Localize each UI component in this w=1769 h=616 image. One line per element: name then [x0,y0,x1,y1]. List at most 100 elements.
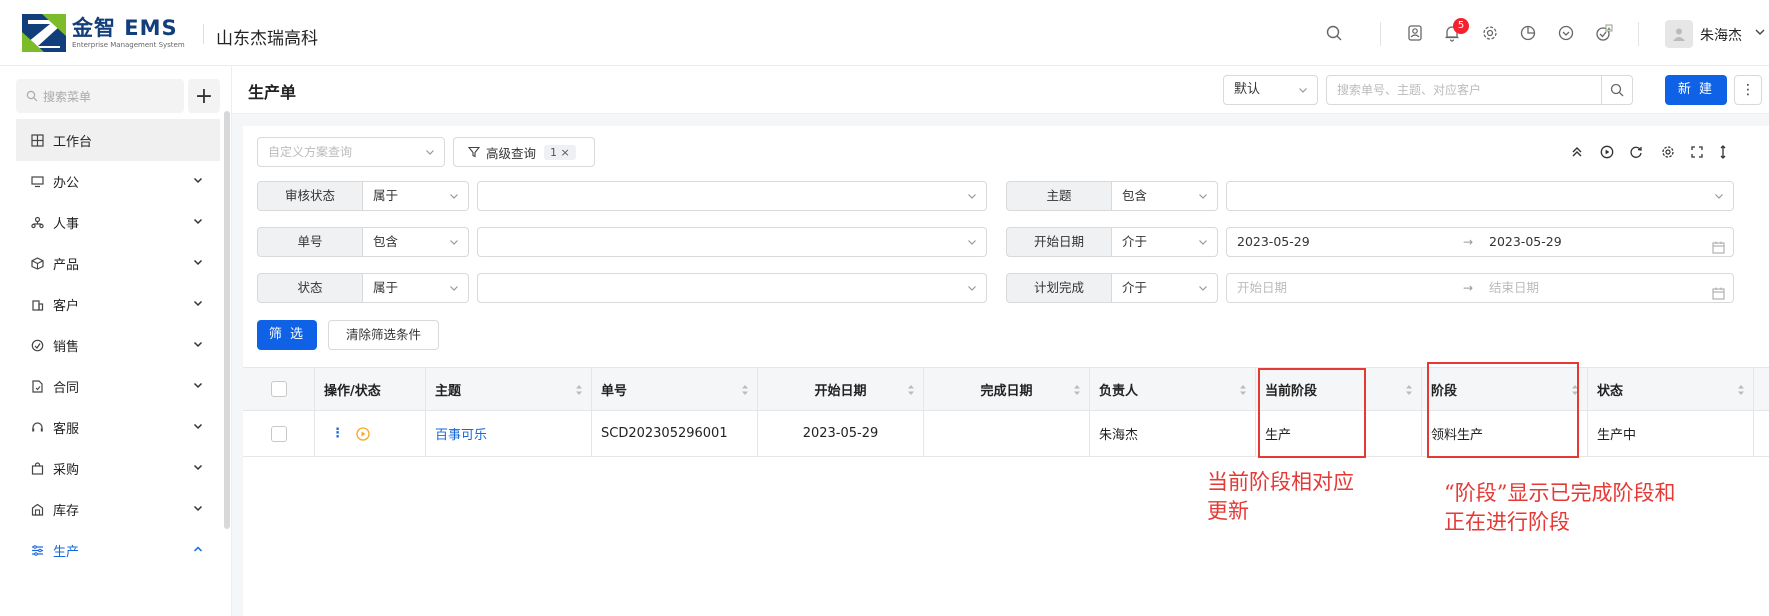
settings-gear-icon[interactable] [1479,22,1501,44]
column-header-start-date[interactable]: 开始日期 [758,368,924,410]
add-menu-button[interactable]: + [188,79,220,113]
start-date-from[interactable]: 2023-05-29 [1237,234,1310,249]
search-button[interactable] [1601,75,1633,105]
sidebar-scrollbar[interactable] [224,111,230,529]
company-name[interactable]: 山东杰瑞高科 [216,24,318,49]
planned-finish-range-picker[interactable]: 开始日期 → 结束日期 [1226,273,1734,303]
refresh-icon[interactable] [1627,143,1645,161]
sidebar-item-sales[interactable]: 销售 [16,324,220,366]
sort-icon[interactable] [907,383,915,397]
planned-finish-to[interactable]: 结束日期 [1489,274,1539,302]
column-header-subject[interactable]: 主题 [426,368,592,410]
sidebar-item-label: 客服 [53,421,80,437]
sidebar-item-service[interactable]: 客服 [16,406,220,448]
row-checkbox[interactable] [270,425,287,442]
advanced-query-label: 高级查询 [486,145,537,161]
status-play-icon[interactable] [356,426,370,441]
chevron-down-icon [193,259,203,266]
column-header-status[interactable]: 状态 [1588,368,1754,410]
chevron-down-icon [193,341,203,348]
filter-op-audit-status[interactable]: 属于 [363,181,469,211]
global-search-icon[interactable] [1323,22,1345,44]
sort-icon[interactable] [1737,383,1745,397]
logo-subtitle: Enterprise Management System [72,40,185,49]
username[interactable]: 朱海杰 [1700,25,1742,45]
subject-link[interactable]: 百事可乐 [426,411,592,456]
sidebar-item-workbench[interactable]: 工作台 [16,119,220,161]
advanced-query-button[interactable]: 高级查询 1 × [453,137,595,167]
annotation-line: “阶段”显示已完成阶段和 [1444,481,1676,505]
sort-icon[interactable] [1239,383,1247,397]
chevron-down-icon [450,286,458,291]
clear-filters-button[interactable]: 清除筛选条件 [328,320,439,350]
more-options-button[interactable]: ⋮ [1734,75,1762,105]
advanced-query-count-tag[interactable]: 1 × [544,144,576,160]
filter-label-status: 状态 [257,273,363,303]
plugin-icon[interactable] [1593,22,1615,44]
theme-icon[interactable] [1555,22,1577,44]
select-all-checkbox[interactable] [270,381,287,397]
contacts-icon[interactable] [1404,22,1426,44]
filter-op-subject[interactable]: 包含 [1112,181,1218,211]
annotation-box-current-stage [1258,368,1366,458]
planned-finish-from[interactable]: 开始日期 [1237,280,1287,295]
chevron-down-icon[interactable] [1754,26,1766,42]
column-header-number[interactable]: 单号 [592,368,758,410]
sidebar-item-label: 合同 [53,380,80,396]
collapse-up-icon[interactable] [1568,143,1586,161]
content-toolbar: 生产单 默认 搜索单号、主题、对应客户 新 建 ⋮ [232,66,1769,114]
chevron-down-icon [193,218,203,225]
sidebar-item-production[interactable]: 生产 [16,529,220,571]
play-circle-icon[interactable] [1598,143,1616,161]
row-actions-cell: ⋮ [315,411,426,456]
custom-query-select[interactable]: 自定义方案查询 [257,137,445,167]
sidebar-item-contract[interactable]: 合同 [16,365,220,407]
advanced-query-count: 1 [550,145,558,159]
sidebar-item-purchase[interactable]: 采购 [16,447,220,489]
sort-icon[interactable] [741,383,749,397]
settings-gear-icon[interactable] [1659,143,1677,161]
chevron-down-icon [193,423,203,430]
search-input[interactable]: 搜索单号、主题、对应客户 [1326,75,1602,105]
page-title: 生产单 [248,83,297,102]
report-pie-icon[interactable] [1517,22,1539,44]
sidebar-item-label: 库存 [53,503,80,519]
filter-op-start-date[interactable]: 介于 [1112,227,1218,257]
filter-value-audit-status[interactable] [477,181,987,211]
filter-op-number[interactable]: 包含 [363,227,469,257]
calendar-icon[interactable] [1712,236,1725,264]
column-header-finish-date[interactable]: 完成日期 [924,368,1090,410]
chevron-down-icon [426,150,434,155]
row-more-icon[interactable]: ⋮ [331,426,344,441]
start-date-to[interactable]: 2023-05-29 [1489,228,1562,256]
filter-op-planned-finish[interactable]: 介于 [1112,273,1218,303]
filter-value-number[interactable] [477,227,987,257]
sidebar-item-inventory[interactable]: 库存 [16,488,220,530]
row-height-icon[interactable] [1714,143,1732,161]
new-button[interactable]: 新 建 [1665,75,1727,105]
sidebar-item-label: 工作台 [53,134,93,150]
filter-op-status[interactable]: 属于 [363,273,469,303]
view-select[interactable]: 默认 [1223,75,1318,105]
filter-value-subject[interactable] [1226,181,1734,211]
filter-op-value: 属于 [373,280,399,295]
filter-label-subject: 主题 [1006,181,1112,211]
chevron-up-icon [193,546,203,552]
finish-date-cell [924,411,1090,456]
menu-search-input[interactable]: 搜索菜单 [16,79,184,113]
sort-icon[interactable] [575,383,583,397]
fullscreen-icon[interactable] [1688,143,1706,161]
filter-button[interactable]: 筛 选 [257,320,317,350]
column-header-owner[interactable]: 负责人 [1090,368,1256,410]
app-logo[interactable]: 金智 EMS Enterprise Management System [22,14,185,52]
filter-value-status[interactable] [477,273,987,303]
start-date-range-picker[interactable]: 2023-05-29 → 2023-05-29 [1226,227,1734,257]
avatar[interactable] [1665,20,1693,48]
filter-op-value: 属于 [373,188,399,203]
view-select-value: 默认 [1234,82,1261,97]
sidebar-item-label: 销售 [53,339,80,355]
sort-icon[interactable] [1073,383,1081,397]
chevron-down-icon [193,464,203,471]
calendar-icon[interactable] [1712,282,1725,310]
sort-icon[interactable] [1405,383,1413,397]
